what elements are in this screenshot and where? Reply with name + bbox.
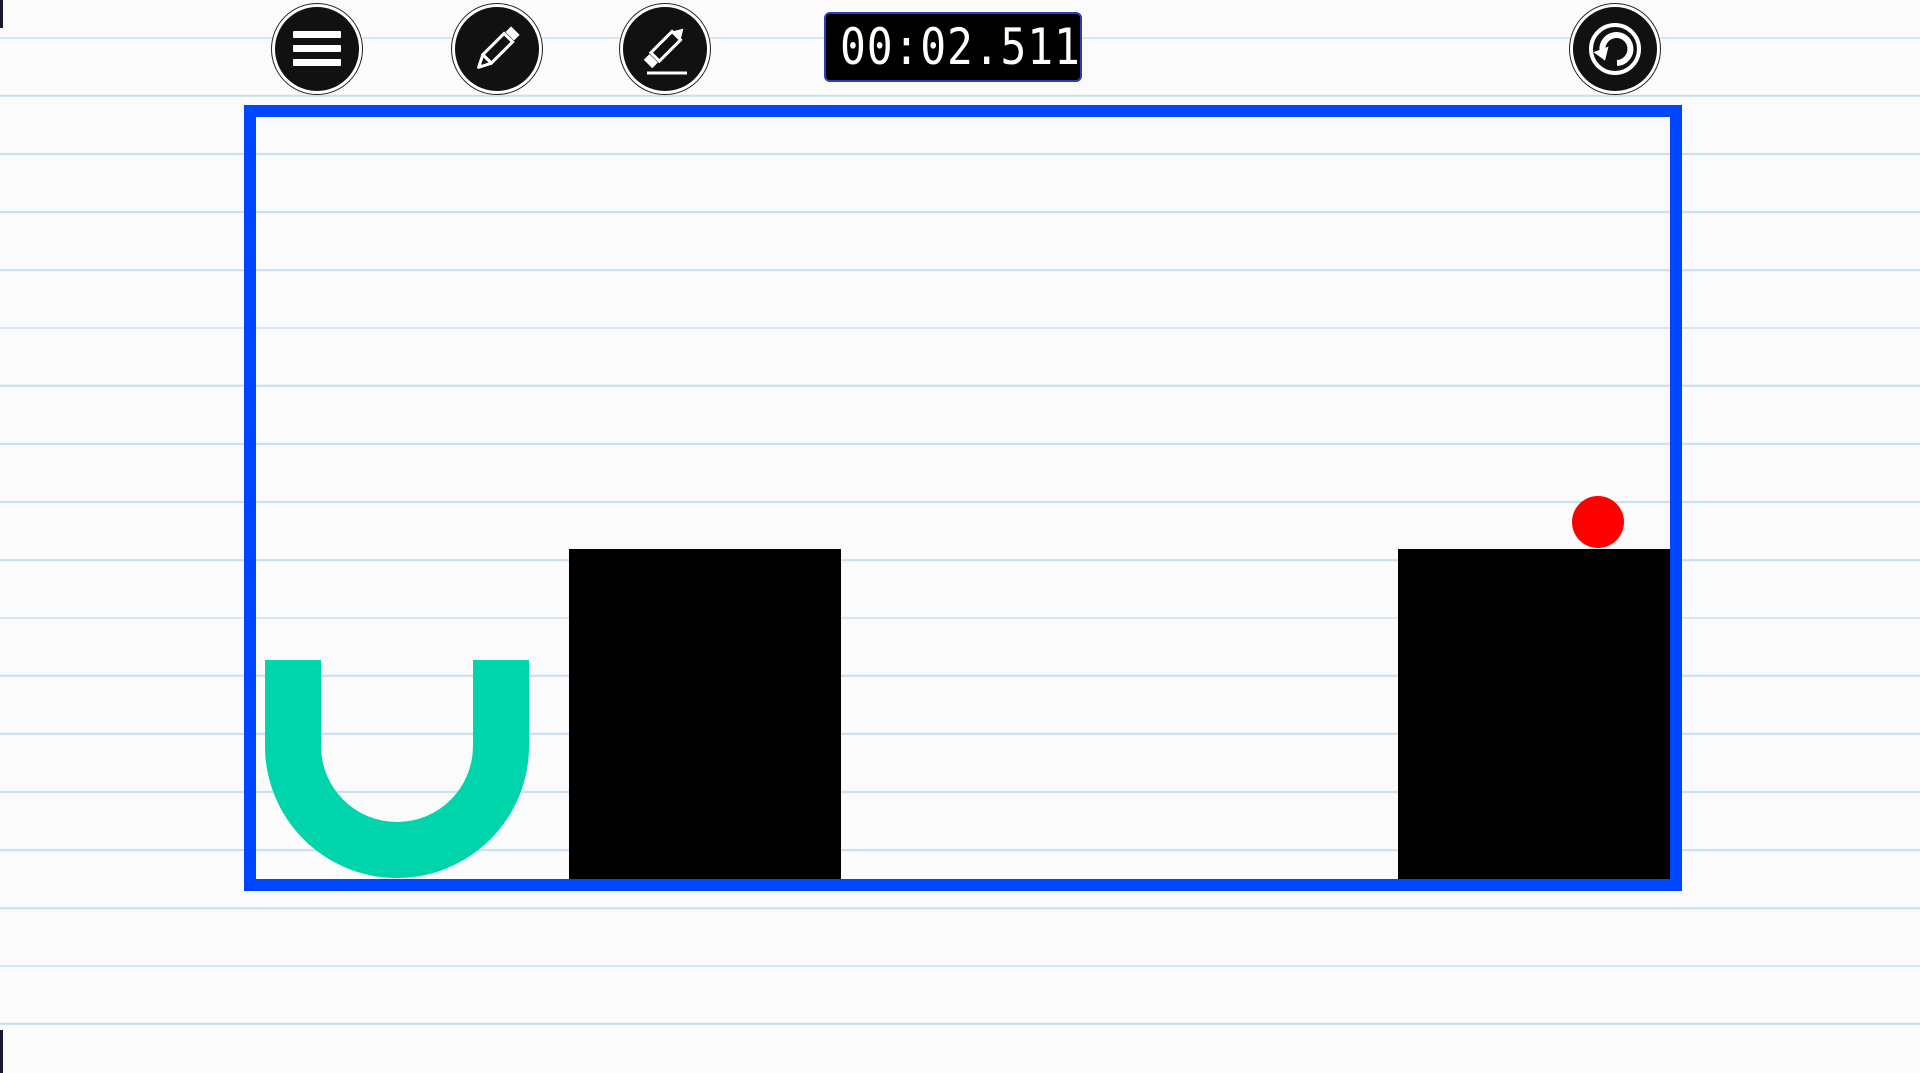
obstacle-block-right	[1398, 549, 1670, 879]
draw-button[interactable]	[452, 4, 542, 94]
pencil-icon	[477, 26, 520, 69]
timer-value: 00:02.511	[840, 18, 1081, 76]
timer-display: 00:02.511	[824, 12, 1082, 82]
erase-button[interactable]	[620, 4, 710, 94]
left-edge-mark-bottom	[0, 1030, 3, 1073]
pencil-eraser-icon	[643, 28, 687, 75]
menu-button[interactable]	[272, 4, 362, 94]
left-edge-mark-top	[0, 0, 3, 28]
goal-cup	[265, 660, 529, 878]
restart-icon	[1589, 23, 1641, 75]
red-ball[interactable]	[1572, 496, 1624, 548]
hamburger-menu-icon	[293, 31, 341, 66]
obstacle-block-left	[569, 549, 841, 879]
restart-button[interactable]	[1570, 4, 1660, 94]
